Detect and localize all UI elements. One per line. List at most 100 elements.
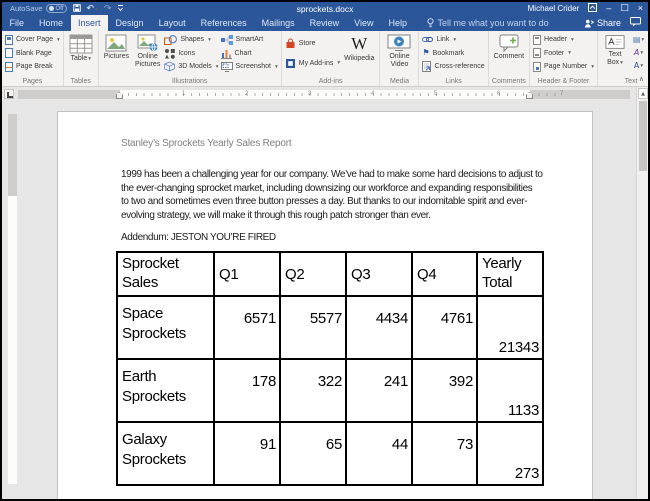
autosave-toggle[interactable]: AutoSave Off [10, 4, 67, 13]
table-icon [69, 34, 93, 54]
customize-toolbar-button[interactable] [117, 4, 124, 14]
header-cell-q3[interactable]: Q3 [346, 252, 412, 296]
cross-reference-label: Cross-reference [434, 63, 484, 70]
cell-q3[interactable]: 44 [346, 422, 412, 485]
tab-file[interactable]: File [2, 15, 32, 31]
cell-q1[interactable]: 178 [214, 359, 280, 422]
collapse-ribbon-button[interactable]: ∧ [639, 76, 644, 83]
cell-q4[interactable]: 392 [412, 359, 477, 422]
cell-yearly-total[interactable]: 1133 [477, 359, 543, 422]
page-break-icon [5, 62, 13, 72]
cell-q2[interactable]: 5577 [280, 296, 346, 359]
tab-references[interactable]: References [193, 15, 254, 31]
horizontal-ruler[interactable]: 1 2 3 4 5 6 7 [18, 90, 630, 99]
smartart-icon [221, 35, 233, 45]
pictures-button[interactable]: Pictures [102, 33, 131, 62]
tab-mailings[interactable]: Mailings [254, 15, 302, 31]
row-label[interactable]: Space Sprockets [117, 296, 214, 359]
header-cell-q2[interactable]: Q2 [280, 252, 346, 296]
redo-button[interactable]: ↷ [104, 4, 112, 14]
online-pictures-button[interactable]: Online Pictures [133, 33, 162, 70]
ribbon-display-options-button[interactable] [588, 3, 597, 14]
wordart-button[interactable]: A [634, 49, 643, 57]
doc-paragraph[interactable]: 1999 has been a challenging year for our… [121, 168, 529, 222]
ribbon-display-options-icon [588, 3, 597, 12]
tab-review[interactable]: Review [302, 15, 347, 31]
autosave-state: Off [56, 6, 64, 12]
doc-addendum[interactable]: Addendum: JESTON YOU’RE FIRED [121, 232, 529, 243]
sales-table[interactable]: Sprocket Sales Q1 Q2 Q3 Q4 Yearly Total … [116, 251, 544, 486]
tab-insert[interactable]: Insert [71, 15, 109, 31]
maximize-button[interactable]: □ [620, 4, 629, 13]
shapes-button[interactable]: Shapes [164, 33, 218, 46]
quick-parts-button[interactable]: ▤ [633, 36, 644, 44]
ribbon-tab-bar: File Home Insert Design Layout Reference… [2, 15, 648, 31]
screenshot-button[interactable]: Screenshot [221, 60, 278, 73]
tab-help[interactable]: Help [381, 15, 415, 31]
cell-q4[interactable]: 73 [412, 422, 477, 485]
cell-q2[interactable]: 322 [280, 359, 346, 422]
cell-q3[interactable]: 4434 [346, 296, 412, 359]
cell-q4[interactable]: 4761 [412, 296, 477, 359]
smartart-label: SmartArt [236, 36, 264, 43]
header-button[interactable]: Header [533, 33, 594, 46]
cell-q3[interactable]: 241 [346, 359, 412, 422]
comment-button[interactable]: Comment [492, 33, 526, 62]
chart-button[interactable]: Chart [221, 47, 278, 60]
cell-q2[interactable]: 65 [280, 422, 346, 485]
table-button[interactable]: Table [67, 33, 95, 64]
header-cell-q1[interactable]: Q1 [214, 252, 280, 296]
scrollbar-thumb[interactable] [639, 101, 647, 171]
header-cell-yearly-total[interactable]: Yearly Total [477, 252, 543, 296]
tab-view[interactable]: View [347, 15, 381, 31]
close-button[interactable]: × [638, 4, 643, 13]
doc-paragraph-line: 1999 has been a challenging year for our… [121, 168, 529, 182]
tell-me-box[interactable]: Tell me what you want to do [427, 15, 549, 31]
shapes-icon [164, 35, 177, 45]
icons-label: Icons [178, 50, 195, 57]
wikipedia-button[interactable]: W Wikipedia [342, 33, 376, 64]
cover-page-button[interactable]: Cover Page [5, 33, 60, 46]
cell-yearly-total[interactable]: 273 [477, 422, 543, 485]
online-video-button[interactable]: Online Video [383, 33, 415, 70]
drop-cap-button[interactable]: A [634, 62, 643, 70]
save-button[interactable] [73, 4, 81, 14]
minimize-button[interactable]: – [606, 4, 611, 13]
tab-home[interactable]: Home [32, 15, 71, 31]
icons-button[interactable]: Icons [164, 47, 218, 60]
share-button[interactable]: Share [584, 18, 621, 28]
icons-icon [164, 48, 175, 59]
footer-button[interactable]: Footer [533, 47, 594, 60]
tab-design[interactable]: Design [108, 15, 151, 31]
row-label[interactable]: Earth Sprockets [117, 359, 214, 422]
tab-layout[interactable]: Layout [151, 15, 193, 31]
document-page[interactable]: Stanley’s Sprockets Yearly Sales Report … [57, 111, 593, 501]
page-break-button[interactable]: Page Break [5, 60, 60, 73]
store-button[interactable]: Store [285, 37, 340, 50]
page-number-button[interactable]: Page Number [533, 60, 594, 73]
cross-reference-button[interactable]: Cross-reference [422, 60, 484, 73]
cover-page-label: Cover Page [16, 36, 53, 43]
comments-pane-button[interactable] [630, 17, 641, 29]
cell-yearly-total[interactable]: 21343 [477, 296, 543, 359]
bookmark-label: Bookmark [433, 50, 465, 57]
header-cell-q4[interactable]: Q4 [412, 252, 477, 296]
vertical-ruler[interactable] [8, 114, 17, 484]
tab-stop-selector[interactable] [4, 89, 14, 99]
chart-icon [221, 48, 232, 59]
doc-heading[interactable]: Stanley’s Sprockets Yearly Sales Report [121, 138, 529, 149]
my-addins-button[interactable]: My Add-ins [285, 57, 340, 70]
link-button[interactable]: Link [422, 33, 484, 46]
row-label[interactable]: Galaxy Sprockets [117, 422, 214, 485]
cell-q1[interactable]: 6571 [214, 296, 280, 359]
smartart-button[interactable]: SmartArt [221, 33, 278, 46]
vertical-scrollbar[interactable]: ▲ [636, 87, 648, 499]
scroll-up-button[interactable]: ▲ [638, 88, 648, 99]
blank-page-button[interactable]: Blank Page [5, 47, 60, 60]
text-box-button[interactable]: Text Box [601, 33, 629, 68]
header-cell-sprocket-sales[interactable]: Sprocket Sales [117, 252, 214, 296]
cell-q1[interactable]: 91 [214, 422, 280, 485]
undo-button[interactable]: ↶ [87, 4, 98, 14]
bookmark-button[interactable]: ⚑Bookmark [422, 47, 484, 60]
three-d-models-button[interactable]: 3D Models [164, 60, 218, 73]
